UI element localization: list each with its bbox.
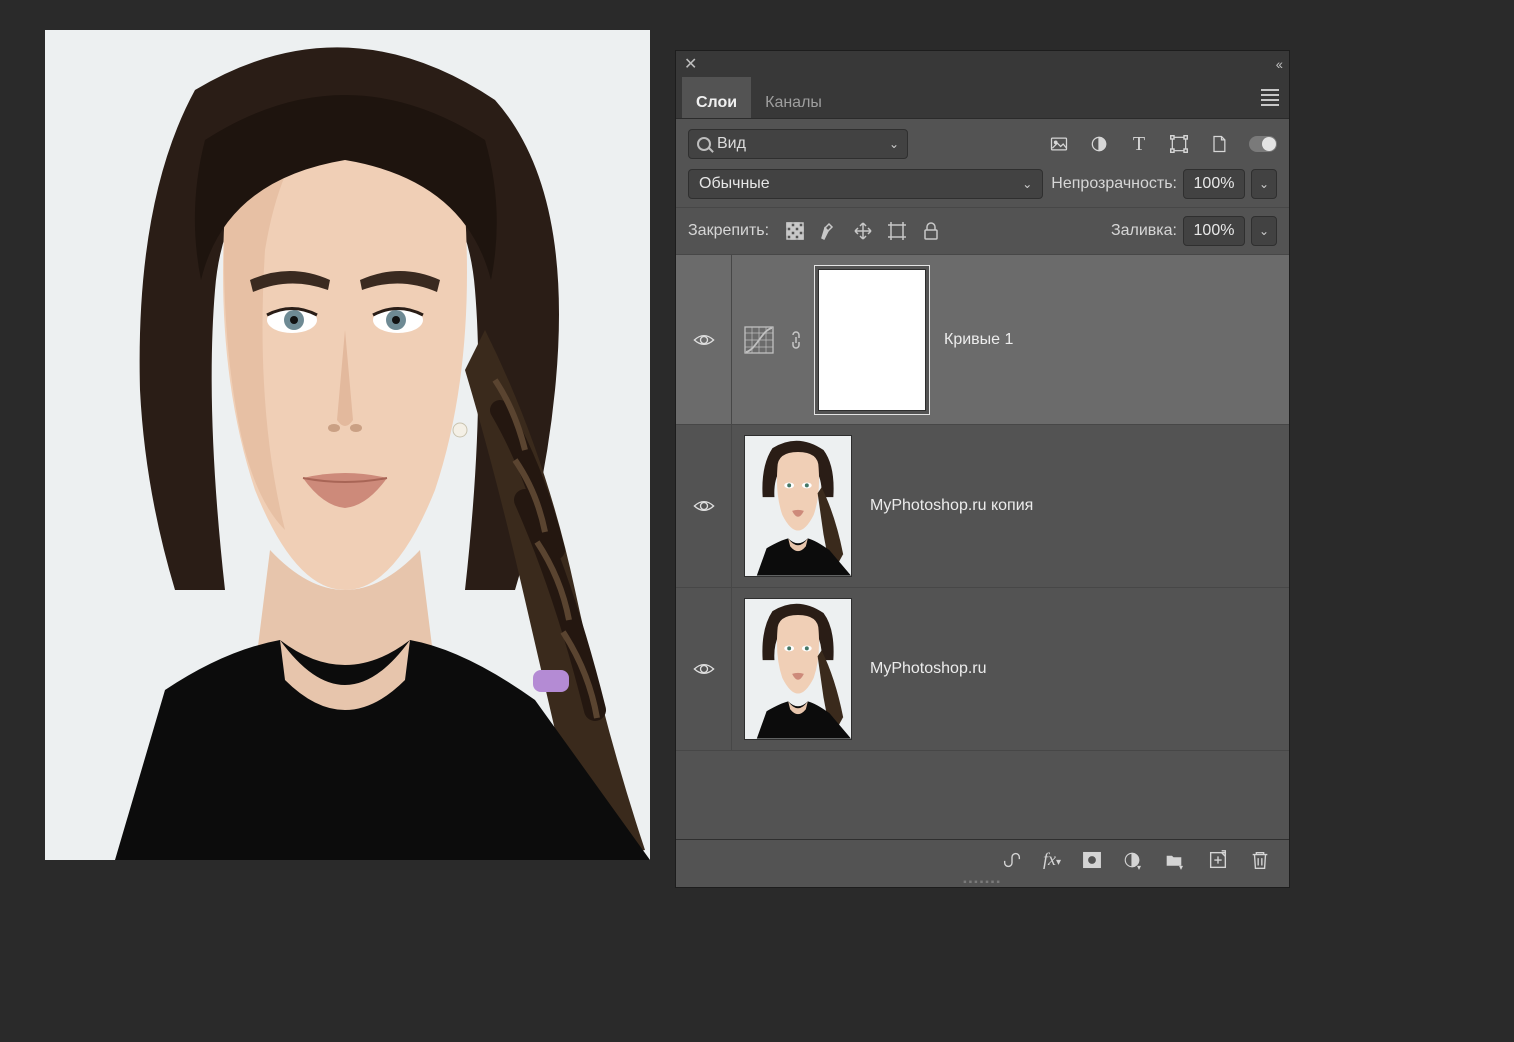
lock-row: Закрепить: Заливка: 100% ⌄	[676, 208, 1289, 255]
chevron-down-icon: ⌄	[1022, 177, 1032, 191]
layer-row-image-copy[interactable]: MyPhotoshop.ru копия	[676, 425, 1289, 588]
fill-label: Заливка:	[1111, 222, 1177, 240]
lock-label: Закрепить:	[688, 222, 769, 240]
document-canvas[interactable]	[45, 30, 650, 860]
panel-close-button[interactable]: ✕	[684, 54, 697, 74]
panel-menu-button[interactable]	[1251, 77, 1289, 118]
layer-effects-button[interactable]: fx▾	[1043, 849, 1061, 870]
new-adjustment-button[interactable]: ▾	[1123, 849, 1145, 871]
new-group-button[interactable]: ▾	[1165, 849, 1187, 871]
link-layers-button[interactable]	[1001, 849, 1023, 871]
fill-dropdown-button[interactable]: ⌄	[1251, 216, 1277, 246]
layer-thumbnail[interactable]	[744, 435, 852, 577]
panel-tabs: Слои Каналы	[676, 77, 1289, 119]
filter-pixel-icon[interactable]	[1049, 134, 1069, 154]
layer-filter-bar: Вид ⌄ T	[676, 119, 1289, 165]
chevron-down-icon: ⌄	[889, 137, 899, 151]
layer-thumbnail[interactable]	[744, 598, 852, 740]
lock-all-icon[interactable]	[921, 221, 941, 241]
panel-resize-grip[interactable]: ▪▪▪▪▪▪▪	[676, 877, 1289, 887]
layer-row-image-base[interactable]: MyPhotoshop.ru	[676, 588, 1289, 751]
search-icon	[697, 137, 711, 151]
curves-adjustment-icon	[744, 326, 774, 354]
layer-mask-thumbnail[interactable]	[818, 269, 926, 411]
new-layer-button[interactable]	[1207, 849, 1229, 871]
layer-filter-type-select[interactable]: Вид ⌄	[688, 129, 908, 159]
canvas-image	[45, 30, 650, 860]
filter-type-icon[interactable]: T	[1129, 134, 1149, 154]
layers-panel-footer: fx▾ ▾ ▾	[676, 839, 1289, 879]
filter-smartobject-icon[interactable]	[1209, 134, 1229, 154]
layer-name[interactable]: Кривые 1	[944, 331, 1013, 349]
filter-toggle-switch[interactable]	[1249, 136, 1277, 152]
layer-row-curves[interactable]: Кривые 1	[676, 255, 1289, 425]
blend-mode-select[interactable]: Обычные ⌄	[688, 169, 1043, 199]
filter-adjustment-icon[interactable]	[1089, 134, 1109, 154]
layers-panel: ✕ ‹‹ Слои Каналы Вид ⌄ T Обычные ⌄ Непро…	[675, 50, 1290, 888]
visibility-toggle-icon[interactable]	[693, 499, 715, 513]
lock-position-icon[interactable]	[853, 221, 873, 241]
fill-value-input[interactable]: 100%	[1183, 216, 1245, 246]
tab-layers[interactable]: Слои	[682, 77, 751, 118]
layers-list: Кривые 1 MyPhotoshop.ru копия MyPhotosho…	[676, 255, 1289, 839]
lock-transparency-icon[interactable]	[785, 221, 805, 241]
link-mask-icon[interactable]	[788, 329, 804, 351]
layer-name[interactable]: MyPhotoshop.ru	[870, 660, 987, 678]
tab-channels[interactable]: Каналы	[751, 77, 836, 118]
opacity-value-input[interactable]: 100%	[1183, 169, 1245, 199]
filter-shape-icon[interactable]	[1169, 134, 1189, 154]
filter-type-label: Вид	[717, 135, 746, 153]
opacity-dropdown-button[interactable]: ⌄	[1251, 169, 1277, 199]
opacity-label: Непрозрачность:	[1051, 175, 1177, 193]
delete-layer-button[interactable]	[1249, 849, 1271, 871]
layer-name[interactable]: MyPhotoshop.ru копия	[870, 497, 1033, 515]
panel-collapse-button[interactable]: ‹‹	[1276, 56, 1281, 72]
add-mask-button[interactable]	[1081, 849, 1103, 871]
visibility-toggle-icon[interactable]	[693, 333, 715, 347]
visibility-toggle-icon[interactable]	[693, 662, 715, 676]
lock-pixels-icon[interactable]	[819, 221, 839, 241]
panel-titlebar: ✕ ‹‹	[676, 51, 1289, 77]
blend-opacity-row: Обычные ⌄ Непрозрачность: 100% ⌄	[676, 165, 1289, 208]
blend-mode-value: Обычные	[699, 175, 770, 193]
lock-artboard-icon[interactable]	[887, 221, 907, 241]
